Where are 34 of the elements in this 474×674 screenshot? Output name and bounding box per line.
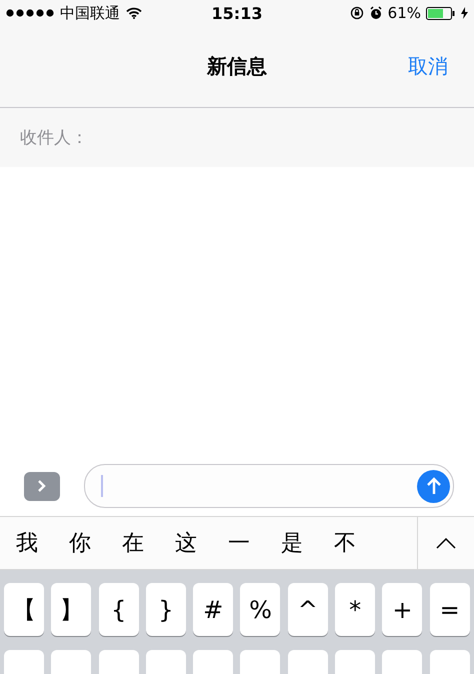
signal-icon — [6, 9, 54, 17]
keyboard-key[interactable]: { — [98, 583, 139, 636]
screen-title: 新信息 — [207, 53, 267, 80]
keyboard-key[interactable]: % — [240, 583, 280, 636]
candidate-word[interactable]: 一 — [228, 528, 250, 558]
candidate-word[interactable]: 是 — [281, 528, 303, 558]
chevron-right-icon — [37, 479, 47, 493]
expand-chevron-icon[interactable] — [436, 538, 456, 548]
keyboard-key[interactable]: # — [193, 583, 234, 636]
send-button[interactable] — [417, 470, 450, 502]
cancel-button[interactable]: 取消 — [408, 53, 448, 80]
keyboard-key[interactable]: + — [382, 583, 422, 636]
candidate-word[interactable]: 这 — [175, 528, 197, 558]
clock-time: 15:13 — [212, 4, 262, 22]
candidate-word[interactable]: 在 — [122, 528, 144, 558]
battery-icon — [426, 6, 456, 20]
recipient-label: 收件人： — [20, 127, 88, 149]
alarm-clock-icon — [368, 6, 383, 20]
wifi-icon — [126, 7, 142, 19]
candidate-word[interactable]: 你 — [69, 528, 91, 558]
arrow-up-icon — [426, 476, 442, 496]
carrier-name: 中国联通 — [60, 4, 120, 22]
message-input-field[interactable] — [84, 464, 454, 508]
rotation-lock-icon — [350, 6, 364, 20]
keyboard-key[interactable]: 【 — [4, 583, 44, 636]
candidate-word[interactable]: 我 — [16, 528, 38, 558]
keyboard-key[interactable]: ^ — [288, 583, 328, 636]
keyboard-key[interactable]: } — [146, 583, 186, 636]
keyboard-key[interactable]: = — [430, 583, 470, 636]
apps-button[interactable] — [24, 472, 60, 500]
battery-percent: 61% — [388, 4, 421, 22]
candidate-word[interactable]: 不 — [334, 528, 356, 558]
keyboard-key[interactable]: * — [335, 583, 376, 636]
keyboard-key[interactable]: 】 — [51, 583, 92, 636]
